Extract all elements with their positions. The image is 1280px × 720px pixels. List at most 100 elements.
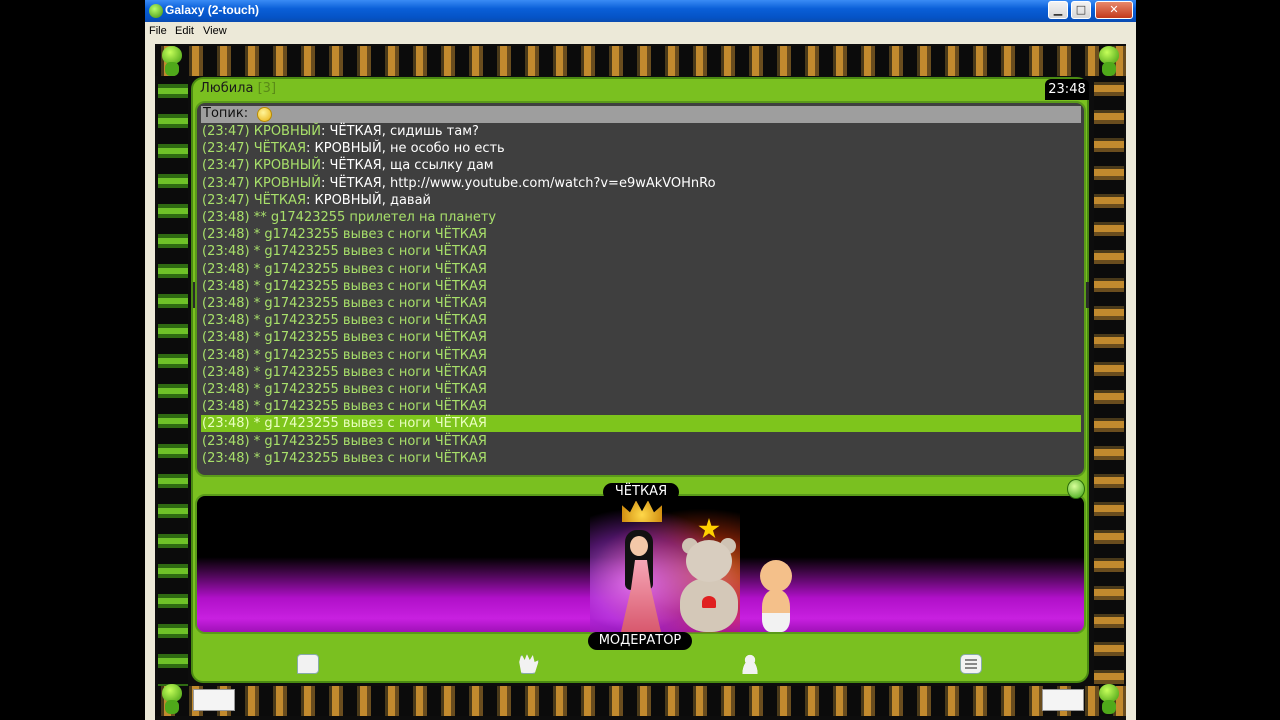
message-time: (23:48) bbox=[202, 433, 250, 449]
alien-corner-icon bbox=[155, 44, 189, 78]
menu-icon[interactable] bbox=[960, 654, 982, 674]
chat-message[interactable]: (23:48) * g17423255 вывез с ноги ЧЁТКАЯ bbox=[201, 295, 1081, 312]
decor-left-stripe bbox=[158, 76, 188, 686]
message-text: * g17423255 вывез с ноги ЧЁТКАЯ bbox=[249, 416, 487, 432]
message-text: КРОВНЫЙ, давай bbox=[310, 192, 432, 208]
message-time: (23:48) bbox=[202, 227, 250, 243]
topic-label: Топик: bbox=[203, 106, 249, 121]
message-time: (23:48) bbox=[202, 244, 250, 260]
message-nick[interactable]: КРОВНЫЙ bbox=[254, 158, 321, 173]
alien-corner-icon bbox=[1092, 682, 1126, 716]
message-text: * g17423255 вывез с ноги ЧЁТКАЯ bbox=[249, 296, 487, 311]
room-name: Любила bbox=[200, 81, 254, 96]
message-text: ЧЁТКАЯ, сидишь там? bbox=[325, 124, 479, 139]
message-nick[interactable]: КРОВНЫЙ bbox=[254, 176, 321, 191]
chat-message[interactable]: (23:48) * g17423255 вывез с ноги ЧЁТКАЯ bbox=[201, 398, 1081, 415]
chat-message[interactable]: (23:48) * g17423255 вывез с ноги ЧЁТКАЯ bbox=[201, 433, 1081, 450]
chat-message[interactable]: (23:48) * g17423255 вывез с ноги ЧЁТКАЯ bbox=[201, 278, 1081, 295]
message-nick[interactable]: КРОВНЫЙ bbox=[254, 124, 321, 139]
chat-icon[interactable] bbox=[297, 654, 319, 674]
hand-icon[interactable] bbox=[519, 654, 539, 674]
chat-message[interactable]: (23:48) * g17423255 вывез с ноги ЧЁТКАЯ bbox=[201, 243, 1081, 260]
message-nick[interactable]: ЧЁТКАЯ bbox=[254, 141, 306, 156]
chat-message[interactable]: (23:48) * g17423255 вывез с ноги ЧЁТКАЯ bbox=[201, 364, 1081, 381]
bottom-toolbar bbox=[195, 646, 1086, 680]
alien-app-icon bbox=[149, 4, 163, 18]
message-time: (23:48) bbox=[202, 313, 250, 329]
close-button[interactable]: ✕ bbox=[1095, 1, 1133, 19]
message-text: * g17423255 вывез с ноги ЧЁТКАЯ bbox=[249, 330, 487, 346]
message-time: (23:47) bbox=[202, 175, 250, 191]
alien-corner-icon bbox=[155, 682, 189, 716]
message-text: * g17423255 вывез с ноги ЧЁТКАЯ bbox=[249, 227, 487, 243]
menu-file[interactable]: File bbox=[149, 25, 167, 37]
right-input-box[interactable] bbox=[1042, 689, 1084, 711]
chat-message[interactable]: (23:47) КРОВНЫЙ: ЧЁТКАЯ, сидишь там? bbox=[201, 123, 1081, 140]
topic-bar: Топик: bbox=[201, 106, 1081, 123]
message-text: * g17423255 вывез с ноги ЧЁТКАЯ bbox=[249, 364, 487, 380]
decor-top-stripe bbox=[155, 46, 1126, 76]
maximize-button[interactable]: □ bbox=[1071, 1, 1091, 19]
message-text: ** g17423255 прилетел на планету bbox=[249, 210, 497, 225]
message-text: ЧЁТКАЯ, http://www.youtube.com/watch?v=e… bbox=[325, 175, 716, 191]
message-time: (23:48) bbox=[202, 382, 250, 397]
menu-bar: File Edit View bbox=[145, 22, 1136, 42]
chat-message[interactable]: (23:48) * g17423255 вывез с ноги ЧЁТКАЯ bbox=[201, 347, 1081, 364]
message-text: * g17423255 вывез с ноги ЧЁТКАЯ bbox=[249, 261, 487, 277]
chat-message[interactable]: (23:47) ЧЁТКАЯ: КРОВНЫЙ, давай bbox=[201, 192, 1081, 209]
left-input-box[interactable] bbox=[193, 689, 235, 711]
menu-edit[interactable]: Edit bbox=[175, 25, 194, 37]
minimize-button[interactable]: ▁ bbox=[1048, 1, 1068, 19]
message-text: * g17423255 вывез с ноги ЧЁТКАЯ bbox=[249, 399, 487, 415]
message-time: (23:47) bbox=[202, 158, 250, 174]
message-time: (23:48) bbox=[202, 450, 250, 466]
message-time: (23:48) bbox=[202, 330, 250, 346]
chat-message[interactable]: (23:48) * g17423255 вывез с ноги ЧЁТКАЯ bbox=[201, 226, 1081, 243]
message-time: (23:47) bbox=[202, 192, 250, 208]
decor-bottom-stripe bbox=[155, 686, 1126, 716]
message-time: (23:48) bbox=[202, 399, 250, 415]
message-text: * g17423255 вывез с ноги ЧЁТКАЯ bbox=[249, 433, 487, 449]
message-text: * g17423255 вывез с ноги ЧЁТКАЯ bbox=[249, 450, 487, 466]
chat-message[interactable]: (23:48) * g17423255 вывез с ноги ЧЁТКАЯ bbox=[201, 450, 1081, 467]
online-status-icon[interactable] bbox=[1067, 479, 1085, 499]
message-text: * g17423255 вывез с ноги ЧЁТКАЯ bbox=[249, 244, 487, 260]
message-time: (23:48) bbox=[202, 261, 250, 277]
message-text: ЧЁТКАЯ, ща ссылку дам bbox=[325, 158, 494, 174]
message-time: (23:48) bbox=[202, 278, 250, 294]
chat-message[interactable]: (23:48) * g17423255 вывез с ноги ЧЁТКАЯ bbox=[201, 261, 1081, 278]
chat-log[interactable]: Топик: (23:47) КРОВНЫЙ: ЧЁТКАЯ, сидишь т… bbox=[195, 101, 1086, 477]
message-text: КРОВНЫЙ, не особо но есть bbox=[310, 141, 505, 157]
teddy-bear-icon bbox=[674, 538, 744, 632]
message-text: * g17423255 вывез с ноги ЧЁТКАЯ bbox=[249, 278, 487, 294]
title-bar[interactable]: Galaxy (2-touch) ▁ □ ✕ bbox=[145, 0, 1136, 22]
menu-view[interactable]: View bbox=[203, 25, 227, 37]
message-text: * g17423255 вывез с ноги ЧЁТКАЯ bbox=[249, 313, 487, 329]
message-time: (23:47) bbox=[202, 141, 250, 157]
message-nick[interactable]: ЧЁТКАЯ bbox=[254, 193, 306, 208]
baby-icon bbox=[754, 560, 798, 632]
chat-message[interactable]: (23:48) ** g17423255 прилетел на планету bbox=[201, 209, 1081, 226]
message-time: (23:48) bbox=[202, 347, 250, 363]
window-title: Galaxy (2-touch) bbox=[165, 3, 260, 17]
alien-corner-icon bbox=[1092, 44, 1126, 78]
message-time: (23:48) bbox=[202, 296, 250, 311]
chat-message[interactable]: (23:47) КРОВНЫЙ: ЧЁТКАЯ, http://www.yout… bbox=[201, 175, 1081, 192]
message-time: (23:47) bbox=[202, 124, 250, 139]
room-header: Любила [3] bbox=[200, 81, 276, 96]
message-time: (23:48) bbox=[202, 210, 250, 225]
chat-message[interactable]: (23:48) * g17423255 вывез с ноги ЧЁТКАЯ bbox=[201, 329, 1081, 346]
decor-right-stripe bbox=[1094, 76, 1124, 686]
chat-message[interactable]: (23:47) ЧЁТКАЯ: КРОВНЫЙ, не особо но ест… bbox=[201, 140, 1081, 157]
clock: 23:48 bbox=[1045, 79, 1089, 100]
chat-message[interactable]: (23:48) * g17423255 вывез с ноги ЧЁТКАЯ bbox=[201, 312, 1081, 329]
chat-message[interactable]: (23:47) КРОВНЫЙ: ЧЁТКАЯ, ща ссылку дам bbox=[201, 157, 1081, 174]
profile-name: ЧЁТКАЯ bbox=[603, 483, 679, 501]
chat-message[interactable]: (23:48) * g17423255 вывез с ноги ЧЁТКАЯ bbox=[201, 415, 1081, 433]
message-text: * g17423255 вывез с ноги ЧЁТКАЯ bbox=[249, 347, 487, 363]
girl-avatar[interactable] bbox=[617, 530, 667, 632]
smiley-icon bbox=[257, 107, 272, 122]
user-icon[interactable] bbox=[739, 654, 761, 674]
chat-message[interactable]: (23:48) * g17423255 вывез с ноги ЧЁТКАЯ bbox=[201, 381, 1081, 398]
message-time: (23:48) bbox=[202, 364, 250, 380]
